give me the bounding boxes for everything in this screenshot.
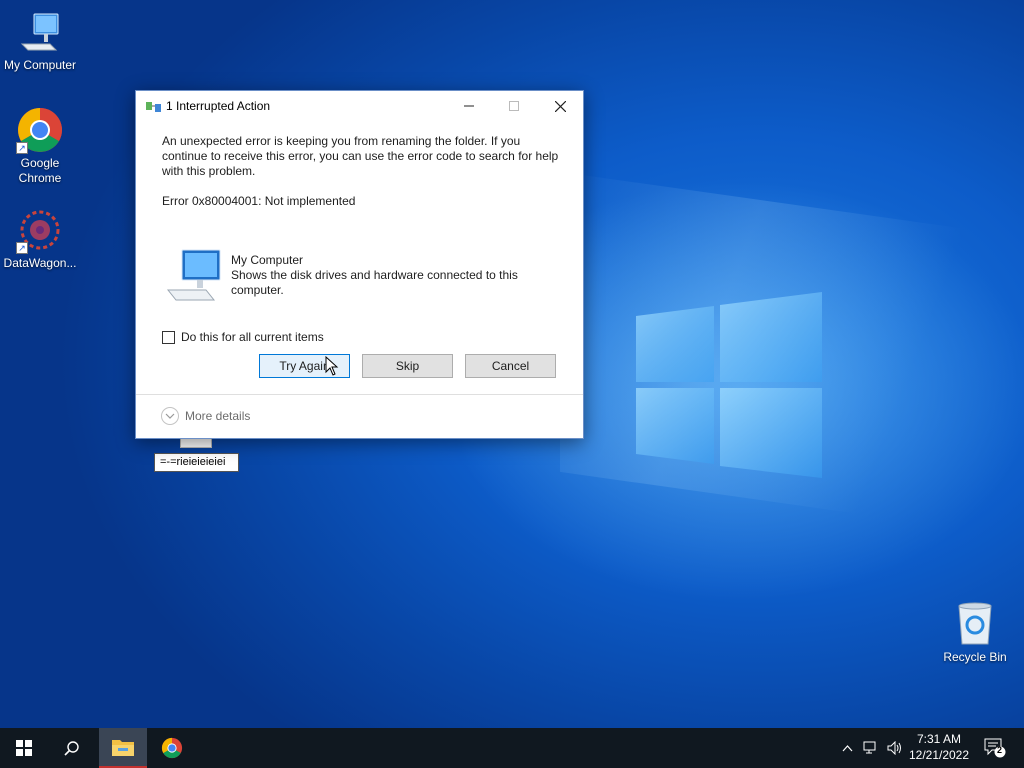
shortcut-arrow-icon: ↗ [16, 142, 28, 154]
more-details-label: More details [185, 409, 251, 423]
desktop-icon-label: Google Chrome [18, 156, 62, 185]
shortcut-arrow-icon: ↗ [16, 242, 28, 254]
desktop-icon-my-computer[interactable]: My Computer [0, 8, 80, 73]
dialog-titlebar[interactable]: 1 Interrupted Action [136, 91, 583, 121]
cancel-button[interactable]: Cancel [465, 354, 556, 378]
volume-button[interactable] [884, 728, 906, 768]
search-icon [64, 741, 79, 756]
divider [136, 394, 583, 395]
more-details-toggle[interactable]: More details [161, 407, 250, 425]
rename-input[interactable]: =-=rieieieieiei [154, 453, 239, 472]
taskbar-file-explorer[interactable] [99, 728, 147, 768]
checkbox-box[interactable] [162, 330, 175, 344]
minimize-icon [464, 105, 474, 107]
close-icon [554, 100, 566, 112]
checkbox-label: Do this for all current items [181, 330, 324, 344]
minimize-button[interactable] [446, 91, 492, 121]
network-button[interactable] [860, 728, 882, 768]
action-center-button[interactable]: 2 [980, 728, 1010, 768]
file-operation-icon [146, 102, 161, 112]
apply-to-all-checkbox[interactable]: Do this for all current items [162, 330, 324, 344]
dialog-title: 1 Interrupted Action [166, 99, 271, 113]
network-icon [863, 741, 876, 754]
desktop-icon-label: Recycle Bin [943, 650, 1007, 664]
start-button[interactable] [0, 728, 48, 768]
error-message: An unexpected error is keeping you from … [162, 134, 559, 178]
notification-count: 2 [997, 745, 1003, 755]
desktop[interactable]: My Computer ↗ Google Chrome ↗ DataWagon.… [0, 0, 1024, 728]
clock-date: 12/21/2022 [908, 748, 970, 762]
interrupted-action-dialog: 1 Interrupted Action An unexpected error… [135, 90, 584, 439]
item-name: My Computer [231, 253, 304, 267]
maximize-button [491, 91, 537, 121]
desktop-icon-recycle-bin[interactable]: Recycle Bin [935, 600, 1015, 665]
file-explorer-icon [112, 740, 134, 756]
mouse-cursor-icon [325, 356, 339, 376]
taskbar-chrome[interactable] [148, 728, 196, 768]
search-button[interactable] [48, 728, 96, 768]
error-code: Error 0x80004001: Not implemented [162, 194, 356, 208]
desktop-icon-label: My Computer [3, 58, 77, 72]
clock-time: 7:31 AM [916, 732, 962, 746]
show-hidden-icons-button[interactable] [838, 728, 856, 768]
chevron-down-icon [161, 407, 179, 425]
desktop-icon-label: DataWagon... [3, 256, 77, 270]
datawagon-icon: ↗ [16, 206, 64, 254]
chrome-icon: ↗ [16, 106, 64, 154]
chrome-icon [161, 737, 183, 759]
desktop-icon-datawagon[interactable]: ↗ DataWagon... [0, 206, 80, 271]
desktop-icon-google-chrome[interactable]: ↗ Google Chrome [0, 106, 80, 186]
computer-icon [166, 249, 221, 301]
close-button[interactable] [537, 91, 583, 121]
maximize-icon [509, 101, 519, 111]
computer-icon [16, 8, 64, 56]
notification-icon [984, 738, 1006, 758]
folder-item-icon [180, 438, 212, 448]
taskbar: 7:31 AM 12/21/2022 2 [0, 728, 1024, 768]
volume-icon [887, 741, 901, 755]
windows-logo-wallpaper [636, 292, 822, 478]
chevron-up-icon [842, 744, 852, 751]
taskbar-clock[interactable]: 7:31 AM 12/21/2022 [905, 731, 973, 763]
recycle-bin-icon [951, 600, 999, 648]
start-icon [16, 740, 32, 756]
item-description: Shows the disk drives and hardware conne… [231, 268, 518, 297]
skip-button[interactable]: Skip [362, 354, 453, 378]
